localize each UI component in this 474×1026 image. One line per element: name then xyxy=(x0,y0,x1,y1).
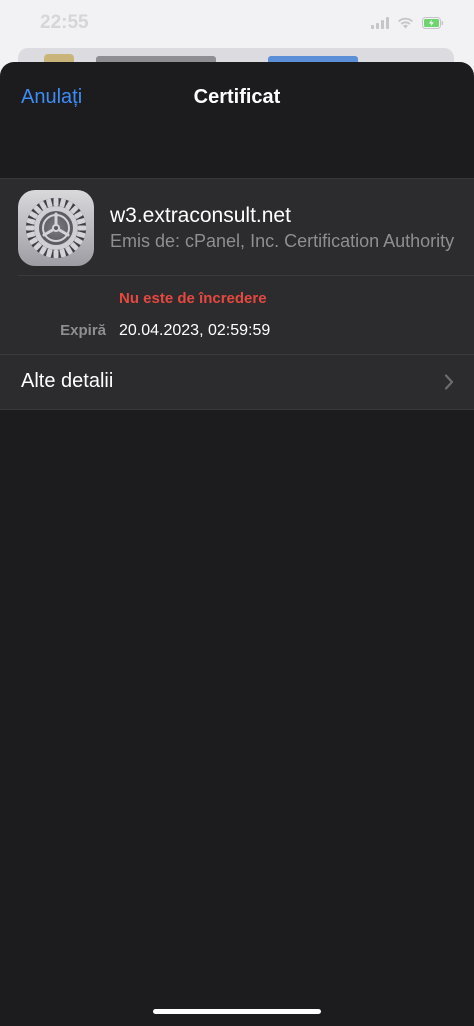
more-details-label: Alte detalii xyxy=(21,370,114,392)
home-indicator[interactable] xyxy=(153,1009,321,1014)
battery-charging-icon xyxy=(422,17,444,29)
status-icons xyxy=(371,17,444,29)
nav-bar: Anulați Certificat xyxy=(0,62,474,136)
more-details-row[interactable]: Alte detalii xyxy=(0,354,474,409)
expiry-label: Expiră xyxy=(60,322,106,339)
trust-status: Nu este de încredere xyxy=(119,290,267,307)
certificate-name: w3.extraconsult.net xyxy=(110,204,291,227)
settings-gear-icon xyxy=(18,190,94,266)
certificate-details: Nu este de încredere Expiră 20.04.2023, … xyxy=(0,276,474,354)
certificate-sheet: Anulați Certificat w3.extraconsult.net E… xyxy=(0,62,474,1026)
certificate-issuer: Emis de: cPanel, Inc. Certification Auth… xyxy=(110,231,455,251)
certificate-header: w3.extraconsult.net Emis de: cPanel, Inc… xyxy=(18,179,474,276)
status-bar: 22:55 xyxy=(0,0,474,50)
wifi-icon xyxy=(397,17,414,29)
page-title: Certificat xyxy=(193,86,281,108)
cellular-signal-icon xyxy=(371,17,389,29)
certificate-group: w3.extraconsult.net Emis de: cPanel, Inc… xyxy=(0,178,474,410)
expiry-value: 20.04.2023, 02:59:59 xyxy=(119,322,271,339)
chevron-right-icon xyxy=(444,374,454,395)
screen: 22:55 Anulați Certificat w3.extraconsult… xyxy=(0,0,474,1026)
status-time: 22:55 xyxy=(40,12,89,33)
